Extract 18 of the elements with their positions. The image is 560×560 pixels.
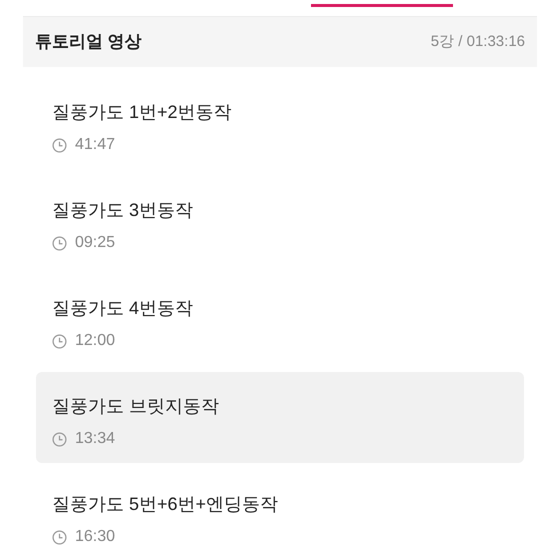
lesson-duration: 41:47 xyxy=(75,135,116,155)
clock-icon xyxy=(52,530,67,544)
lesson-duration: 09:25 xyxy=(75,233,116,253)
lesson-title: 질풍가도 1번+2번동작 xyxy=(52,101,232,124)
clock-icon xyxy=(52,432,67,446)
section-title: 튜토리얼 영상 xyxy=(35,31,142,54)
section-summary: 5강 / 01:33:16 xyxy=(430,32,525,52)
clock-icon xyxy=(52,138,67,152)
lesson-duration: 13:34 xyxy=(75,429,116,449)
clock-icon xyxy=(52,334,67,348)
lesson-duration: 16:30 xyxy=(75,527,116,547)
lesson-item[interactable]: 질풍가도 브릿지동작 13:34 xyxy=(36,372,524,463)
clock-icon xyxy=(52,236,67,250)
lesson-title: 질풍가도 브릿지동작 xyxy=(52,395,220,418)
lesson-title: 질풍가도 3번동작 xyxy=(52,199,194,222)
lesson-duration: 12:00 xyxy=(75,331,116,351)
lesson-title: 질풍가도 4번동작 xyxy=(52,297,194,320)
lesson-title: 질풍가도 5번+6번+엔딩동작 xyxy=(52,493,278,516)
